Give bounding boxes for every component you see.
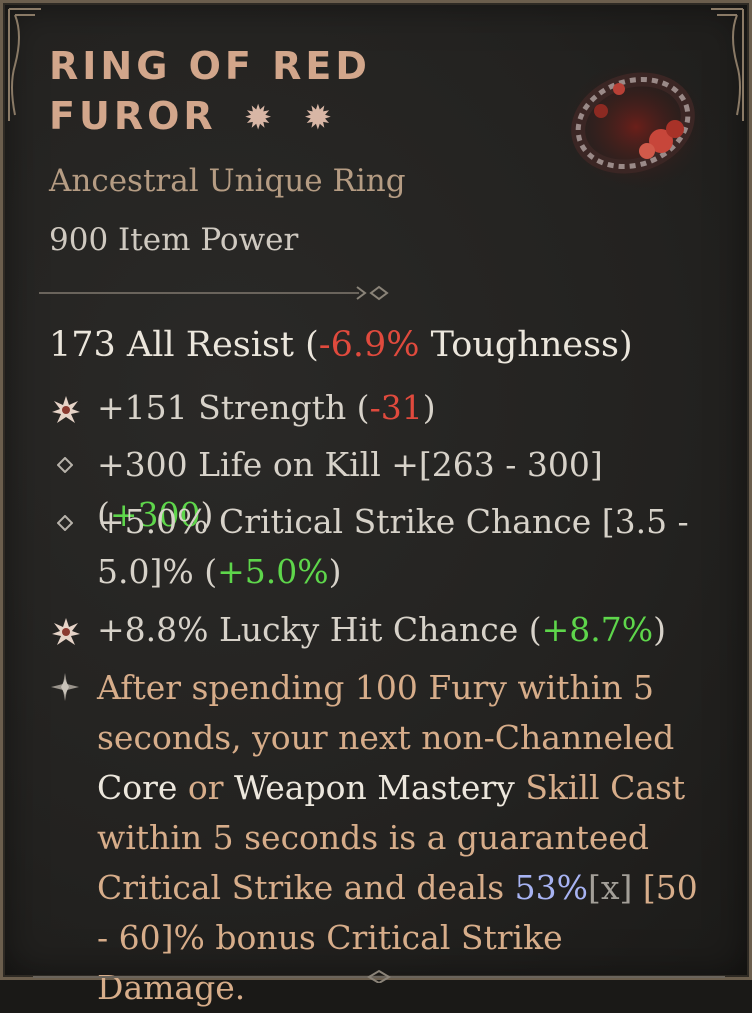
section-divider: [39, 285, 389, 301]
keyword-core: Core: [97, 768, 178, 807]
affix-diamond-icon: [57, 515, 73, 531]
item-name-line1: RING OF RED: [49, 44, 371, 88]
affix-crit-chance: +5.0% Critical Strike Chance [3.5 - 5.0]…: [97, 502, 689, 591]
greater-affix-star-icon: ✹: [243, 98, 277, 138]
ring-icon: [562, 61, 710, 193]
greater-affix-star-icon: ✹: [303, 98, 337, 138]
affix-strength: +151 Strength (-31): [97, 388, 436, 427]
multiplier-tag: [x]: [588, 868, 633, 907]
greater-affix-icon: [52, 396, 80, 423]
corner-ornament-top-left: [8, 8, 41, 121]
bottom-divider: [33, 969, 725, 983]
unique-power-value: 53%: [514, 868, 589, 907]
unique-power-text: After spending 100 Fury within 5 seconds…: [97, 668, 698, 1007]
keyword-weapon-mastery: Weapon Mastery: [234, 768, 515, 807]
unique-power-star-icon: [51, 673, 79, 701]
corner-ornament-top-right: [711, 8, 744, 121]
affix-lucky-hit: +8.8% Lucky Hit Chance (+8.7%): [97, 610, 667, 649]
affix-diamond-icon: [57, 457, 73, 473]
item-tooltip: RING OF RED FUROR ✹ ✹ Ancestral Unique R…: [0, 0, 752, 1007]
implicit-resist-line: 173 All Resist (-6.9% Toughness): [49, 325, 633, 365]
item-name-line2: FUROR: [49, 94, 217, 138]
greater-affix-icon: [52, 618, 80, 645]
resist-toughness-delta: -6.9%: [318, 325, 420, 365]
item-power: 900 Item Power: [49, 222, 299, 258]
item-name: RING OF RED FUROR ✹ ✹: [49, 41, 519, 143]
item-type: Ancestral Unique Ring: [49, 163, 406, 199]
